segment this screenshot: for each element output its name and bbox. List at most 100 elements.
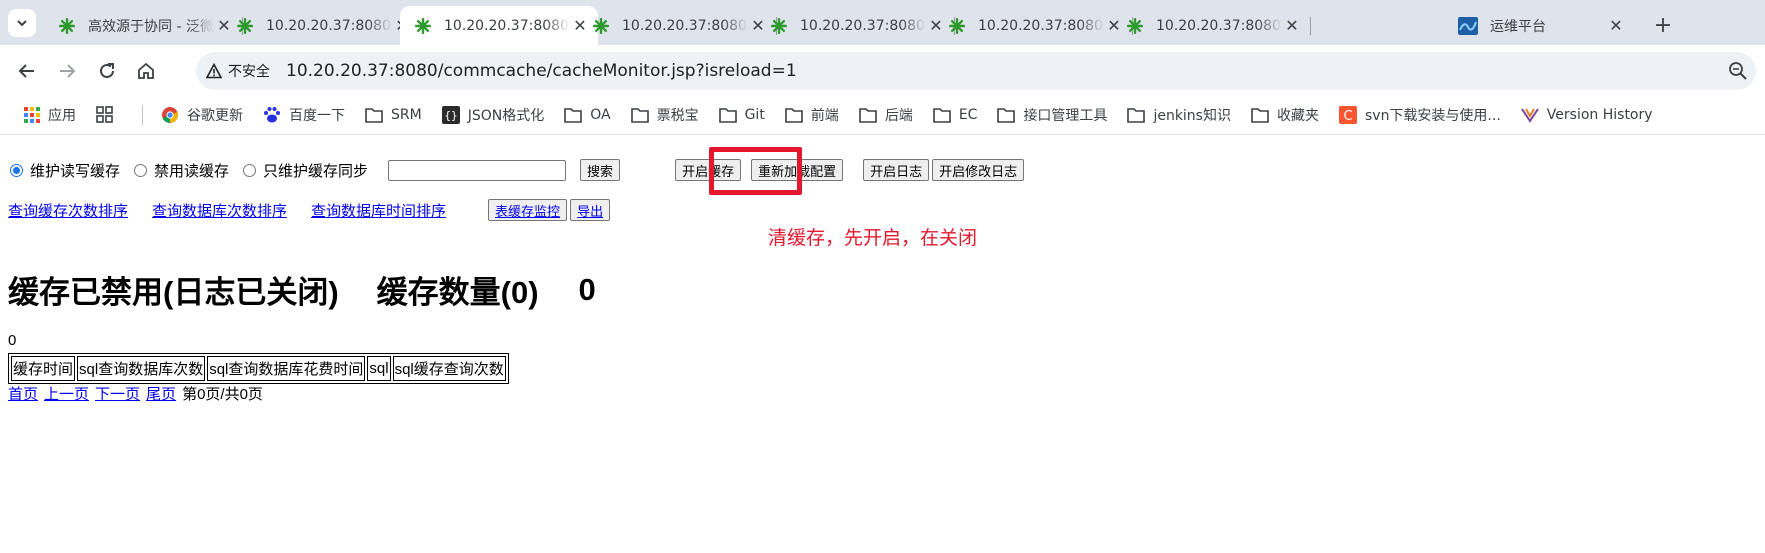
page-content: 维护读写缓存 禁用读缓存 只维护缓存同步 搜索 开启缓存 重新加载配置 开启日志… <box>0 135 1765 553</box>
tab-title: 10.20.20.37:8080 <box>266 17 391 34</box>
cache-stats-table: 缓存时间 sql查询数据库次数 sql查询数据库花费时间 sql sql缓存查询… <box>8 353 509 384</box>
baidu-paw-icon <box>263 106 281 124</box>
tab-strip: 高效源于协同 - 泛微 ✕ 10.20.20.37:8080 ✕ 10.20.2… <box>0 0 1765 45</box>
bookmark-label: SRM <box>391 106 422 123</box>
ecology-icon <box>1127 17 1143 34</box>
bookmark-folder-srm[interactable]: SRM <box>365 107 422 123</box>
bookmark-baidu[interactable]: 百度一下 <box>263 105 345 125</box>
bookmark-label: jenkins知识 <box>1153 107 1231 124</box>
back-button[interactable] <box>12 56 42 86</box>
cache-status-text: 缓存已禁用(日志已关闭) <box>8 275 339 310</box>
tab-title: 10.20.20.37:8080 <box>622 17 747 34</box>
prev-page-link[interactable]: 上一页 <box>44 383 89 404</box>
bookmark-label: JSON格式化 <box>467 107 545 124</box>
close-icon[interactable]: ✕ <box>1282 16 1302 36</box>
cache-count-value: 0 <box>578 271 596 307</box>
tab-title: 高效源于协同 - 泛微 <box>88 18 214 35</box>
address-bar[interactable]: 不安全 10.20.20.37:8080/commcache/cacheMoni… <box>196 52 1756 90</box>
sort-links: 查询缓存次数排序 查询数据库次数排序 查询数据库时间排序 表缓存监控 导出 <box>8 198 611 222</box>
tab-5[interactable]: 10.20.20.37:8080 ✕ <box>934 6 1133 45</box>
bookmark-apps[interactable]: 应用 <box>24 105 76 125</box>
search-button[interactable]: 搜索 <box>580 159 621 181</box>
bookmark-folder-backend[interactable]: 后端 <box>859 105 913 125</box>
radio-disable-read-cache[interactable]: 禁用读缓存 <box>134 160 229 181</box>
bookmark-folder-tax[interactable]: 票税宝 <box>630 105 699 125</box>
close-icon[interactable]: ✕ <box>1606 16 1626 36</box>
annotation-note: 清缓存，先开启，在关闭 <box>768 228 978 249</box>
radio-maintain-rw-cache[interactable]: 维护读写缓存 <box>10 160 120 181</box>
pagination: 首页 上一页 下一页 尾页 第0页/共0页 <box>8 383 263 404</box>
security-chip[interactable]: 不安全 <box>206 61 270 81</box>
tab-3[interactable]: 10.20.20.37:8080 ✕ <box>578 6 777 45</box>
forward-button[interactable] <box>52 56 82 86</box>
first-page-link[interactable]: 首页 <box>8 383 38 404</box>
sort-by-db-count-link[interactable]: 查询数据库次数排序 <box>152 200 287 221</box>
ecology-icon <box>949 17 965 34</box>
bookmark-folder-ec[interactable]: EC <box>933 107 977 123</box>
bookmark-folder-git[interactable]: Git <box>718 107 765 123</box>
tab-search-button[interactable] <box>8 9 36 37</box>
folder-icon <box>997 107 1016 123</box>
tab-1[interactable]: 10.20.20.37:8080 ✕ <box>222 6 420 45</box>
bookmark-json[interactable]: {} JSON格式化 <box>441 105 545 125</box>
folder-icon <box>1251 107 1269 123</box>
tab-groups-icon <box>96 105 114 124</box>
tab-0[interactable]: 高效源于协同 - 泛微 ✕ <box>44 6 243 45</box>
search-input[interactable] <box>388 159 567 181</box>
tab-2-active[interactable]: 10.20.20.37:8080 ✕ <box>400 6 598 45</box>
sort-by-cache-count-link[interactable]: 查询缓存次数排序 <box>8 200 128 221</box>
bookmark-label: 前端 <box>810 107 839 124</box>
folder-icon <box>933 107 951 123</box>
bookmark-svn[interactable]: C svn下载安装与使用... <box>1338 105 1501 125</box>
bookmark-folder-api-tools[interactable]: 接口管理工具 <box>997 105 1107 125</box>
bookmark-version-history[interactable]: Version History <box>1520 106 1653 124</box>
enable-log-button[interactable]: 开启日志 <box>863 159 930 181</box>
bookmark-label: svn下载安装与使用... <box>1364 107 1501 124</box>
radio-button[interactable] <box>134 163 148 177</box>
folder-icon <box>1127 107 1146 123</box>
tab-7[interactable]: 运维平台 ✕ <box>1444 6 1634 45</box>
radio-sync-only[interactable]: 只维护缓存同步 <box>243 160 368 181</box>
bookmark-tab-groups[interactable] <box>96 105 122 124</box>
csdn-icon: C <box>1338 105 1357 124</box>
ecology-icon <box>237 17 253 34</box>
folder-icon <box>785 107 803 123</box>
home-button[interactable] <box>131 56 161 86</box>
bookmark-chrome-update[interactable]: 谷歌更新 <box>161 105 243 125</box>
tab-title: 10.20.20.37:8080 <box>978 17 1103 34</box>
zoom-icon[interactable] <box>1728 61 1748 85</box>
folder-icon <box>718 107 737 123</box>
bookmark-label: Version History <box>1546 106 1653 123</box>
bookmark-folder-frontend[interactable]: 前端 <box>785 105 839 125</box>
export-button[interactable]: 导出 <box>570 199 611 221</box>
column-header: sql <box>367 356 391 381</box>
new-tab-button[interactable]: + <box>1650 12 1676 38</box>
bookmark-folder-favorites[interactable]: 收藏夹 <box>1251 105 1319 125</box>
reload-button[interactable] <box>92 56 122 86</box>
tab-4[interactable]: 10.20.20.37:8080 ✕ <box>756 6 955 45</box>
folder-icon <box>630 107 649 123</box>
bookmark-label: 百度一下 <box>289 107 345 124</box>
browser-toolbar: 不安全 10.20.20.37:8080/commcache/cacheMoni… <box>0 45 1765 95</box>
radio-button[interactable] <box>243 163 257 177</box>
bookmark-folder-jenkins[interactable]: jenkins知识 <box>1127 105 1231 125</box>
ecology-icon <box>593 17 609 34</box>
bookmark-folder-oa[interactable]: OA <box>564 107 611 123</box>
radio-button[interactable] <box>10 163 23 177</box>
tab-6[interactable]: 10.20.20.37:8080 ✕ <box>1112 6 1311 45</box>
radio-label: 维护读写缓存 <box>30 162 121 180</box>
enable-modify-log-button[interactable]: 开启修改日志 <box>932 159 1025 181</box>
svg-text:C: C <box>1343 109 1352 124</box>
url-text: 10.20.20.37:8080/commcache/cacheMonitor.… <box>286 61 797 81</box>
table-cache-monitor-button[interactable]: 表缓存监控 <box>488 199 568 221</box>
next-page-link[interactable]: 下一页 <box>95 383 140 404</box>
last-page-link[interactable]: 尾页 <box>146 383 176 404</box>
sort-by-db-time-link[interactable]: 查询数据库时间排序 <box>311 200 446 221</box>
bookmark-label: 收藏夹 <box>1276 107 1319 124</box>
bookmark-label: 票税宝 <box>656 107 699 124</box>
reload-icon <box>100 63 114 78</box>
bookmarks-bar: 应用 谷歌更新 百度一下 SRM {} JSON格式化 OA 票税宝 Git 前… <box>0 95 1765 135</box>
radio-label: 只维护缓存同步 <box>263 162 369 180</box>
highlight-annotation-box <box>709 147 802 195</box>
column-header: sql缓存查询次数 <box>392 356 506 381</box>
